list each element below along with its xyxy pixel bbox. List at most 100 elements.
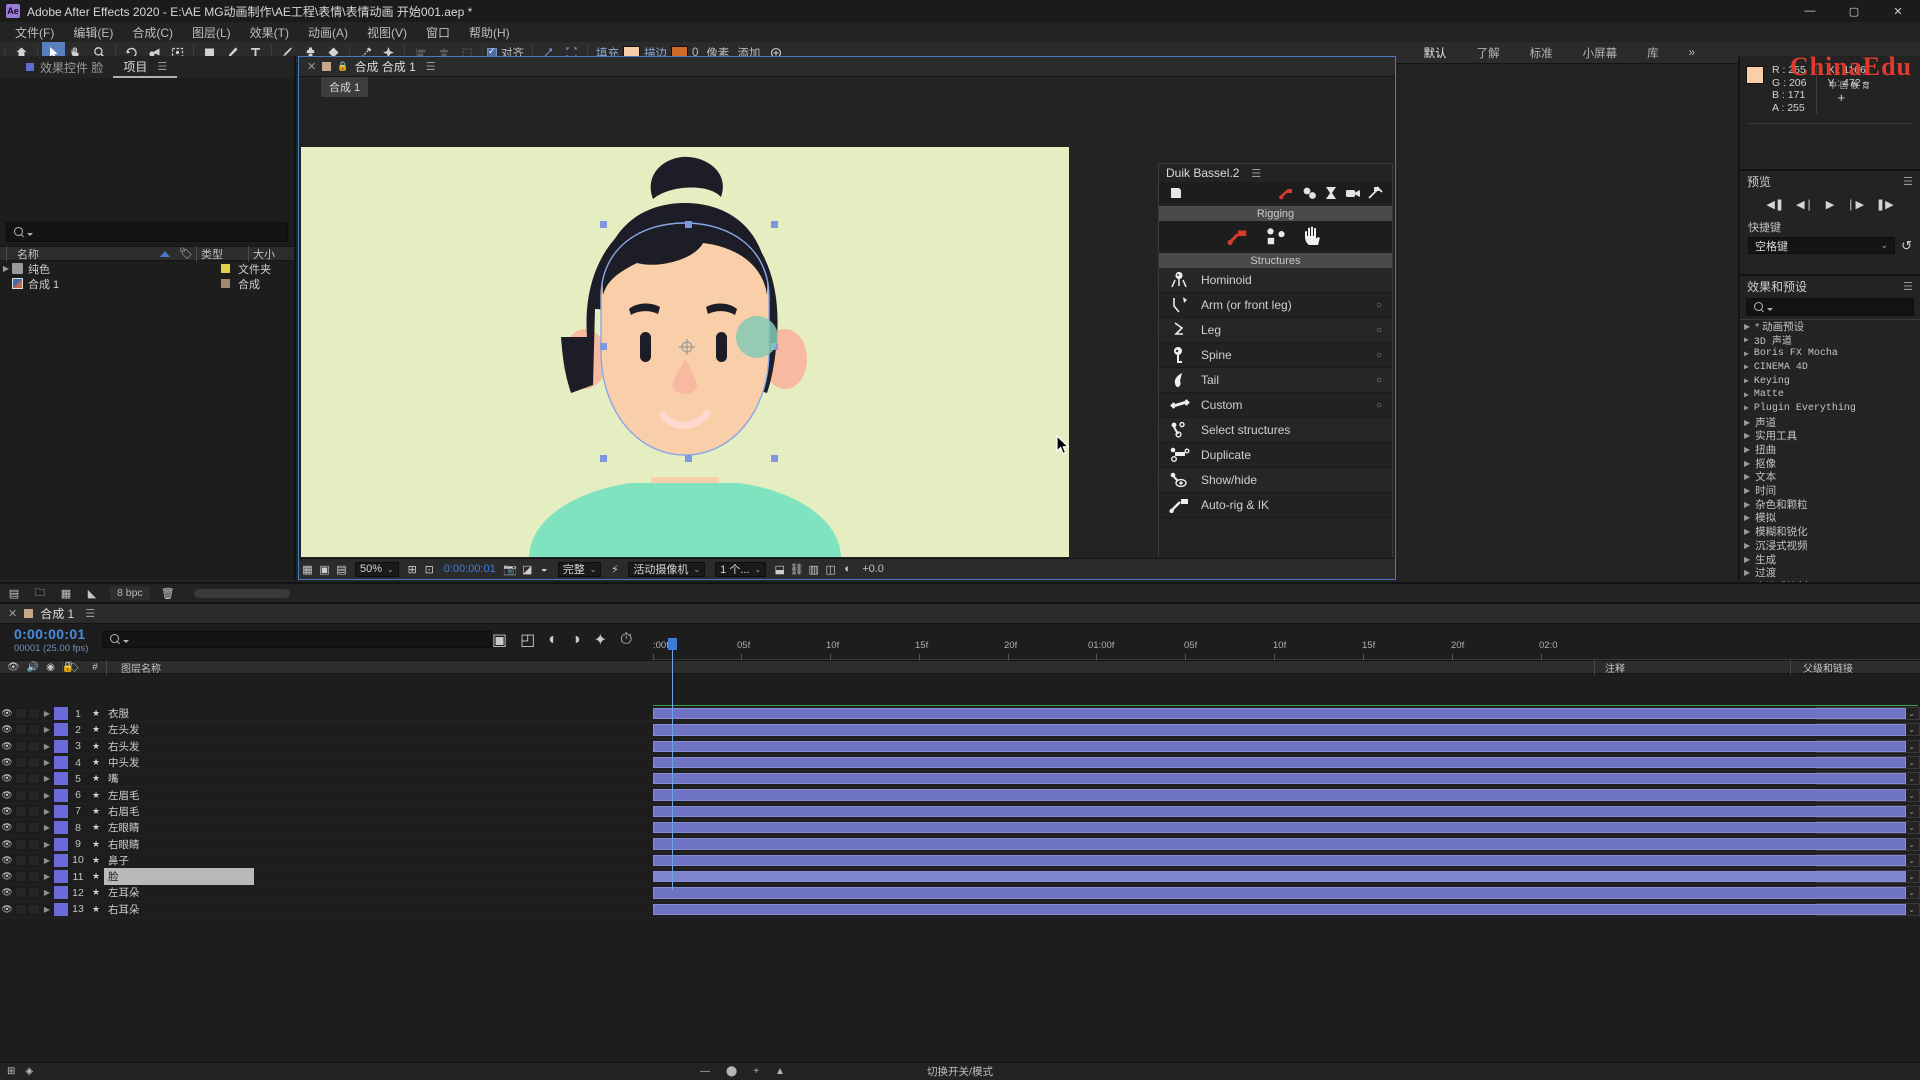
layer-track[interactable] <box>651 885 1920 900</box>
new-folder-icon[interactable]: 🗀 <box>32 586 48 600</box>
duik-camera-icon[interactable] <box>1342 184 1364 202</box>
toggle-transparency-grid-icon[interactable]: ▦ <box>299 559 316 580</box>
exposure-icon[interactable]: ◐ <box>839 559 856 580</box>
eye-icon[interactable]: 👁 <box>0 708 14 719</box>
effects-row[interactable]: ▶ CINEMA 4D <box>1740 361 1920 375</box>
eye-icon[interactable]: 👁 <box>0 757 14 768</box>
solo-toggle[interactable] <box>28 773 40 785</box>
solo-toggle[interactable] <box>28 903 40 915</box>
zoom-select[interactable]: 50% ⌄ <box>355 561 399 577</box>
expand-twirly-icon[interactable]: ▶ <box>40 840 54 849</box>
transparency-icon[interactable]: ◫ <box>822 559 839 580</box>
layer-label-color[interactable] <box>54 837 68 851</box>
layer-track[interactable] <box>651 902 1920 917</box>
table-row[interactable]: 👁▶6★左眉毛⊕✥fx◎无⌄ <box>0 787 1920 804</box>
expand-twirly-icon[interactable]: ▶ <box>1744 500 1750 509</box>
motion-blur-icon[interactable]: ◐ <box>548 631 558 649</box>
expand-twirly-icon[interactable]: ▶ <box>1744 472 1750 481</box>
solo-toggle[interactable] <box>28 822 40 834</box>
layer-track[interactable] <box>651 787 1920 802</box>
composition-timecode[interactable]: 0:00:00:01 <box>438 563 502 575</box>
eye-icon[interactable]: 👁 <box>0 904 14 915</box>
expand-twirly-icon[interactable]: ▶ <box>1744 418 1750 427</box>
expand-twirly-icon[interactable]: ▶ <box>1744 527 1750 536</box>
column-size[interactable]: 大小 <box>248 245 294 262</box>
last-frame-icon[interactable]: ❚▶ <box>1876 198 1894 211</box>
duik-item-options[interactable]: ○ <box>1366 375 1392 386</box>
expand-twirly-icon[interactable]: ▶ <box>40 888 54 897</box>
expand-twirly-icon[interactable]: ▶ <box>0 264 12 273</box>
eye-icon[interactable]: 👁 <box>0 724 14 735</box>
channel-icon[interactable]: ◒ <box>536 559 553 580</box>
expand-twirly-icon[interactable]: ▶ <box>1744 390 1749 400</box>
prev-frame-icon[interactable]: ◀❘ <box>1796 198 1814 211</box>
table-row[interactable]: 👁▶4★中头发⊕✥fx◎无⌄ <box>0 754 1920 772</box>
table-row[interactable]: 👁▶1★衣服⊕✥fx◎无⌄ <box>0 706 1920 723</box>
duik-item-auto-rig-ik[interactable]: Auto-rig & IK <box>1159 493 1392 518</box>
project-search-input[interactable] <box>6 222 288 242</box>
duik-item-leg[interactable]: Leg ○ <box>1159 318 1392 343</box>
composition-stage[interactable]: Duik Bassel.2 ☰ Rigging Structures Homin… <box>299 97 1395 557</box>
layer-track[interactable] <box>651 706 1920 721</box>
layer-duration-bar[interactable] <box>653 724 1906 736</box>
expand-twirly-icon[interactable]: ▶ <box>40 905 54 914</box>
audio-toggle[interactable] <box>15 789 27 801</box>
minimize-button[interactable]: — <box>1788 0 1832 22</box>
timeline-view-icon[interactable]: ▲ <box>775 1066 785 1077</box>
expand-twirly-icon[interactable]: ▶ <box>1744 335 1749 345</box>
composition-canvas[interactable] <box>301 147 1069 557</box>
table-row[interactable]: 👁▶10★鼻子⊕✥fx◎无⌄ <box>0 852 1920 869</box>
solo-toggle[interactable] <box>28 871 40 883</box>
menu-effect[interactable]: 效果(T) <box>241 22 298 43</box>
duik-auto-rig-big-icon[interactable] <box>1227 227 1249 245</box>
layer-track[interactable] <box>651 771 1920 786</box>
duik-hand-icon[interactable] <box>1303 226 1325 245</box>
layer-label-color[interactable] <box>54 707 68 721</box>
audio-toggle[interactable] <box>15 740 27 752</box>
duik-item-arm[interactable]: Arm (or front leg) ○ <box>1159 293 1392 318</box>
expand-twirly-icon[interactable]: ▶ <box>40 774 54 783</box>
first-frame-icon[interactable]: ◀❚ <box>1766 198 1784 211</box>
solo-toggle[interactable] <box>28 740 40 752</box>
expand-twirly-icon[interactable]: ▶ <box>1744 376 1749 386</box>
close-tab-icon[interactable]: ✕ <box>307 60 316 73</box>
menu-composition[interactable]: 合成(C) <box>123 22 182 43</box>
expand-twirly-icon[interactable]: ▶ <box>1744 445 1750 454</box>
breadcrumb-comp1[interactable]: 合成 1 <box>321 77 369 97</box>
label-tag-icon[interactable]: 🏷 <box>176 247 196 260</box>
project-row-solids[interactable]: ▶ 纯色 文件夹 <box>0 261 294 276</box>
duik-item-options[interactable]: ○ <box>1366 300 1392 311</box>
layer-track[interactable] <box>651 869 1920 884</box>
menu-file[interactable]: 文件(F) <box>6 22 63 43</box>
layer-label-color[interactable] <box>54 870 68 884</box>
expand-twirly-icon[interactable]: ▶ <box>1744 403 1749 413</box>
zoom-in-icon[interactable]: + <box>753 1066 759 1077</box>
current-time-indicator[interactable] <box>668 638 677 890</box>
menu-layer[interactable]: 图层(L) <box>183 22 240 43</box>
expand-twirly-icon[interactable]: ▶ <box>40 872 54 881</box>
show-snapshot-icon[interactable]: ◪ <box>519 559 536 580</box>
layer-duration-bar[interactable] <box>653 756 1906 769</box>
audio-toggle[interactable] <box>15 903 27 915</box>
expand-twirly-icon[interactable]: ▶ <box>1744 486 1750 495</box>
expand-twirly-icon[interactable]: ▶ <box>40 758 54 767</box>
layer-duration-bar[interactable] <box>653 822 1906 834</box>
expand-twirly-icon[interactable]: ▶ <box>1744 431 1750 440</box>
layer-duration-bar[interactable] <box>653 789 1906 801</box>
maximize-button[interactable]: ▢ <box>1832 0 1876 22</box>
layer-duration-bar[interactable] <box>653 708 1906 720</box>
effects-row[interactable]: ▶ Boris FX Mocha <box>1740 347 1920 362</box>
layer-duration-bar[interactable] <box>653 870 1906 883</box>
close-tab-icon[interactable]: ✕ <box>8 607 17 620</box>
duik-links-constraints-icon[interactable] <box>1265 227 1287 245</box>
layer-track[interactable] <box>651 739 1920 754</box>
solo-toggle[interactable] <box>28 708 40 720</box>
eye-icon[interactable]: 👁 <box>0 855 14 866</box>
layer-duration-bar[interactable] <box>653 740 1906 752</box>
quality-select[interactable]: 完整 ⌄ <box>557 561 602 577</box>
layer-label-color[interactable] <box>54 902 68 916</box>
table-row[interactable]: 👁▶11★脸⊕✥fx◎无⌄ <box>0 868 1920 886</box>
layer-label-color[interactable] <box>54 853 68 867</box>
solo-toggle[interactable] <box>28 838 40 850</box>
bit-depth-label[interactable]: 8 bpc <box>110 586 150 600</box>
